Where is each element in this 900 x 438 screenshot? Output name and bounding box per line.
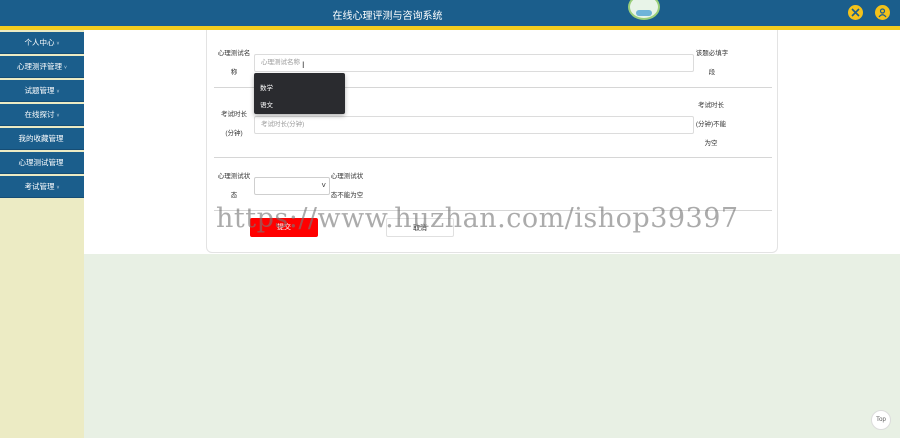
sidebar-item-label: 我的收藏管理: [18, 134, 64, 143]
status-hint: 心理测试状: [330, 173, 364, 180]
autocomplete-dropdown: 数学 语文: [254, 73, 345, 114]
sidebar-item-exam-management[interactable]: 考试管理 ˅: [0, 176, 84, 198]
duration-hint: 考试时长: [698, 102, 724, 109]
sidebar-item-favorites-management[interactable]: 我的收藏管理: [0, 128, 84, 150]
fullscreen-icon[interactable]: [848, 5, 863, 20]
back-to-top-button[interactable]: Top: [871, 410, 891, 430]
status-select[interactable]: ˅: [254, 177, 330, 195]
duration-label-cont: (分钟): [225, 130, 243, 137]
top-header: 在线心理评测与咨询系统: [0, 0, 900, 26]
text-cursor-icon: I: [302, 60, 305, 70]
sidebar-item-label: 心理测评管理: [17, 62, 63, 71]
dropdown-option[interactable]: 数学: [260, 82, 273, 92]
sidebar-item-online-discussion[interactable]: 在线探讨 ˅: [0, 104, 84, 126]
sidebar-item-label: 心理测试管理: [18, 158, 64, 167]
sidebar-item-label: 考试管理: [24, 182, 55, 191]
duration-hint-cont2: 为空: [704, 140, 718, 147]
app-title: 在线心理评测与咨询系统: [332, 11, 443, 22]
chevron-down-icon: ˅: [56, 89, 60, 95]
chevron-down-icon: ˅: [56, 113, 60, 119]
duration-input[interactable]: 考试时长(分钟): [254, 116, 694, 134]
sidebar-item-label: 试题管理: [24, 86, 55, 95]
duration-label: 考试时长: [221, 111, 247, 118]
divider: [214, 157, 772, 158]
chevron-down-icon: ˅: [56, 41, 60, 47]
dropdown-option[interactable]: 语文: [260, 99, 273, 109]
name-label: 心理测试名: [217, 50, 251, 57]
sidebar-item-assessment-management[interactable]: 心理测评管理 ˅: [0, 56, 84, 78]
status-label: 心理测试状: [217, 173, 251, 180]
watermark-text: https://www.huzhan.com/ishop39397: [216, 203, 739, 234]
user-icon[interactable]: [875, 5, 890, 20]
duration-hint-cont: (分钟)不能: [695, 121, 727, 128]
name-hint: 该题必填字: [695, 50, 729, 57]
chevron-down-icon: ˅: [56, 185, 60, 191]
chevron-down-icon: ˅: [321, 181, 326, 190]
sidebar-item-label: 在线探讨: [24, 110, 55, 119]
sidebar-item-test-management[interactable]: 心理测试管理: [0, 152, 84, 174]
name-hint-cont: 段: [708, 69, 716, 76]
sidebar-item-personal-center[interactable]: 个人中心 ˅: [0, 32, 84, 54]
sidebar-item-label: 个人中心: [24, 38, 55, 47]
test-name-input[interactable]: 心理测试名称: [254, 54, 694, 72]
name-label-cont: 称: [230, 69, 238, 76]
sidebar-item-question-management[interactable]: 试题管理 ˅: [0, 80, 84, 102]
logo-icon: [628, 0, 660, 20]
chevron-down-icon: ˅: [64, 65, 67, 71]
